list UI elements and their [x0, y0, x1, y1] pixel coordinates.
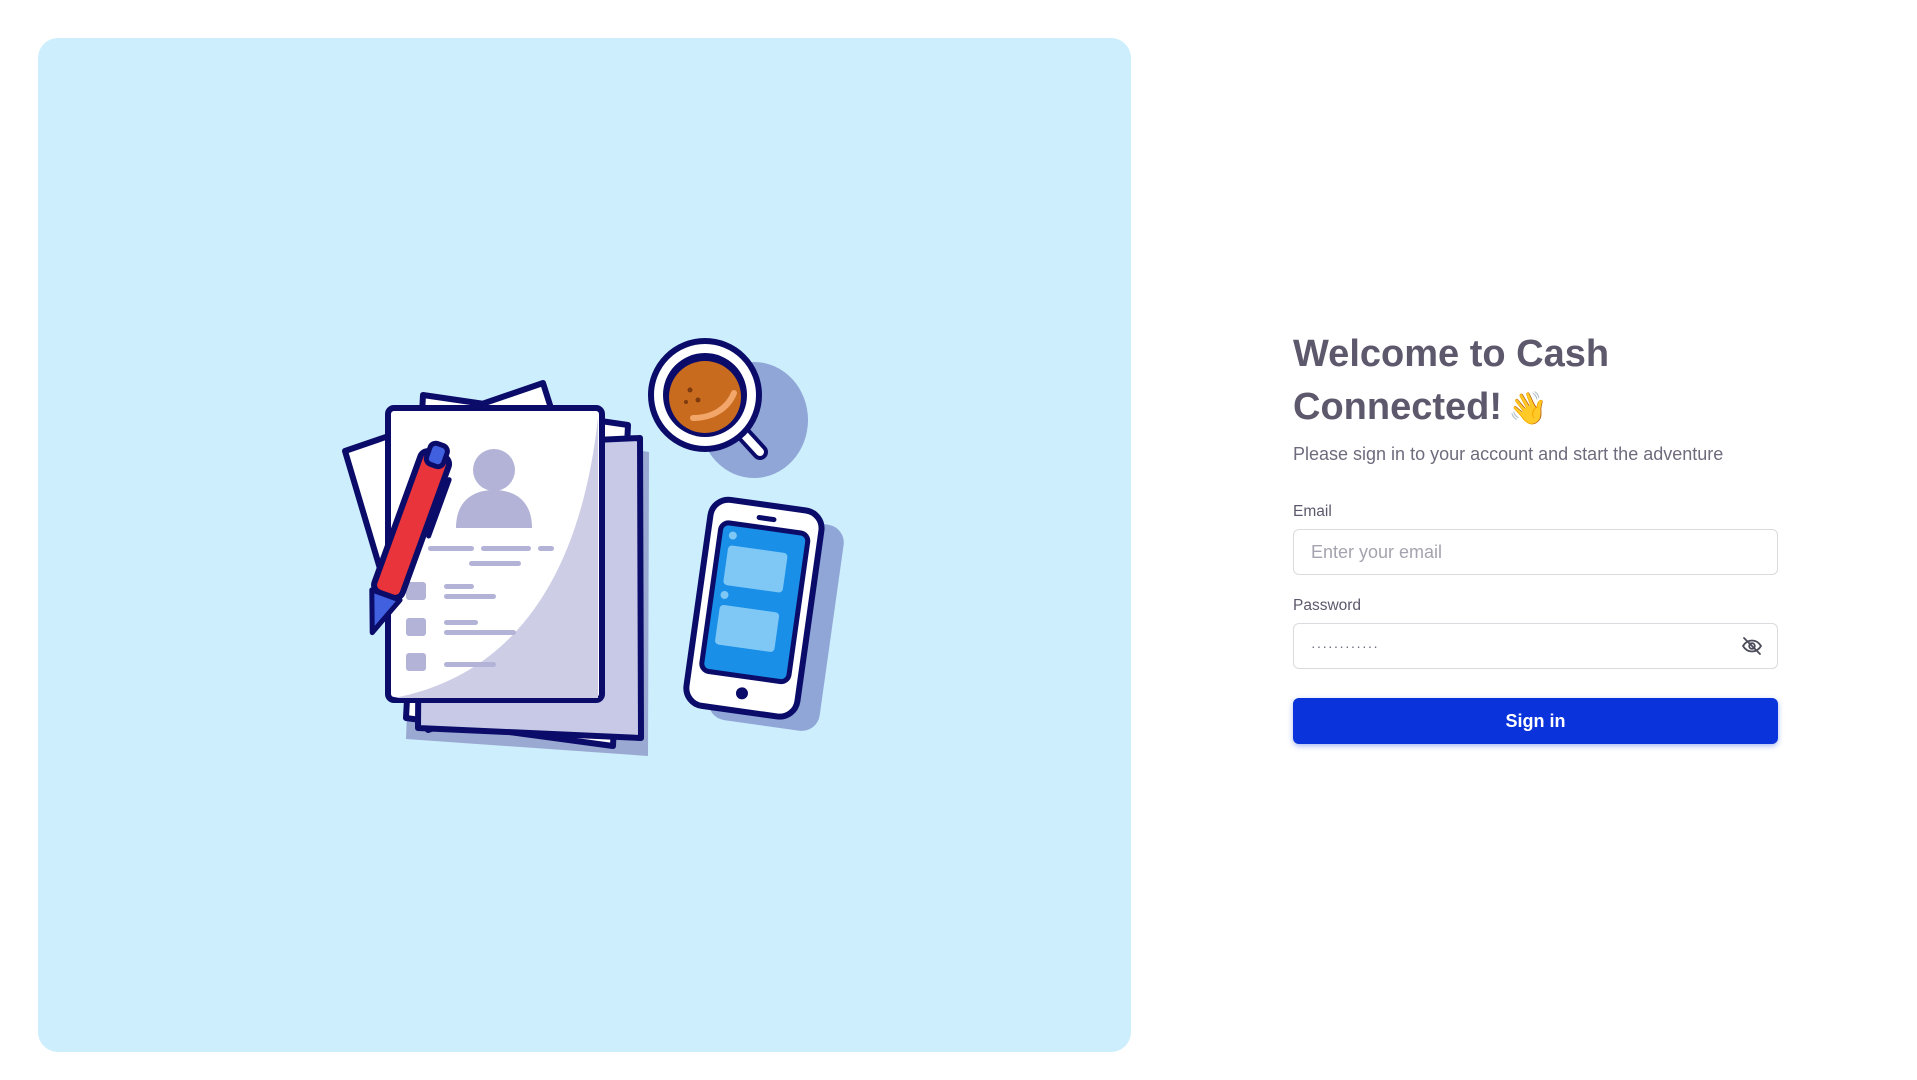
password-field[interactable] [1293, 623, 1778, 669]
page-title: Welcome to Cash Connected! 👋 [1293, 328, 1778, 435]
eye-off-icon[interactable] [1740, 634, 1764, 658]
login-form: Welcome to Cash Connected! 👋 Please sign … [1293, 328, 1778, 744]
waving-hand-icon: 👋 [1508, 390, 1548, 426]
sign-in-button[interactable]: Sign in [1293, 698, 1778, 744]
title-line-1: Welcome to Cash [1293, 333, 1610, 375]
email-field[interactable] [1293, 529, 1778, 575]
title-line-2: Connected! [1293, 386, 1502, 428]
page-subtitle: Please sign in to your account and start… [1293, 444, 1724, 464]
password-field-wrapper [1293, 623, 1778, 669]
email-label: Email [1293, 503, 1332, 520]
illustration-panel [38, 38, 1131, 1052]
password-label: Password [1293, 597, 1362, 614]
illustration-image [342, 338, 844, 756]
